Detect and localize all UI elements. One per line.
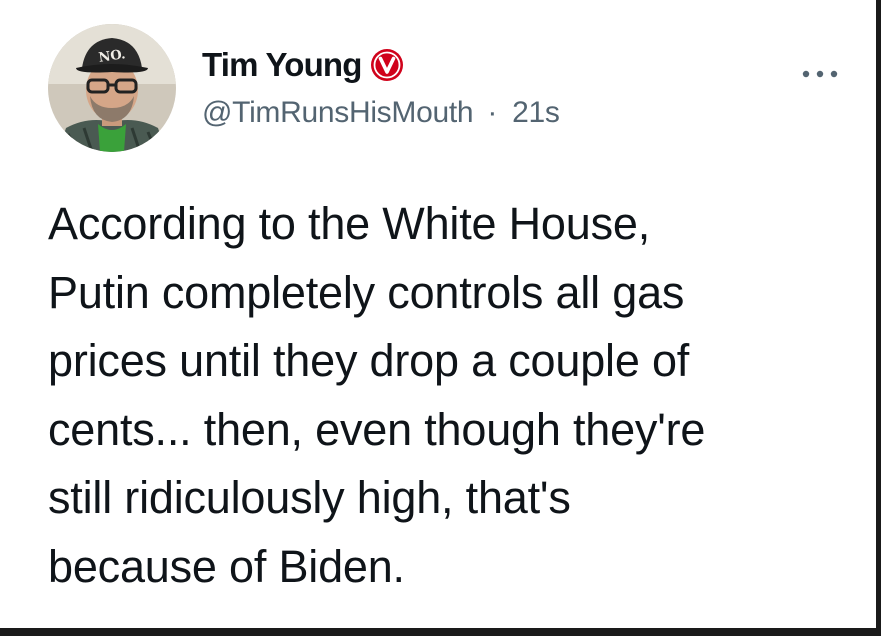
avatar-photo: NO. — [48, 24, 176, 152]
verified-v-badge-icon — [371, 49, 403, 81]
tweet-card: NO. Tim Young @TimRunsHisMouth · 21s Acc… — [0, 0, 881, 636]
more-options-icon[interactable] — [800, 66, 840, 82]
tweet-text-line: Putin completely controls all gas — [48, 266, 685, 318]
tweet-timestamp[interactable]: 21s — [512, 96, 560, 129]
tweet-text: According to the White House, Putin comp… — [48, 190, 848, 601]
author-handle-row: @TimRunsHisMouth · 21s — [202, 94, 560, 132]
tweet-text-line: According to the White House, — [48, 198, 651, 249]
handle-time-separator: · — [487, 96, 498, 129]
tweet-text-line: prices until they drop a couple of — [48, 335, 690, 386]
tweet-text-line: still ridiculously high, that's — [48, 472, 571, 523]
author-avatar[interactable]: NO. — [48, 24, 176, 152]
tweet-text-line: cents... then, even though they're — [48, 403, 706, 455]
author-name[interactable]: Tim Young — [202, 45, 362, 85]
tweet-text-line: because of Biden. — [48, 540, 405, 592]
author-handle[interactable]: @TimRunsHisMouth — [202, 96, 474, 129]
